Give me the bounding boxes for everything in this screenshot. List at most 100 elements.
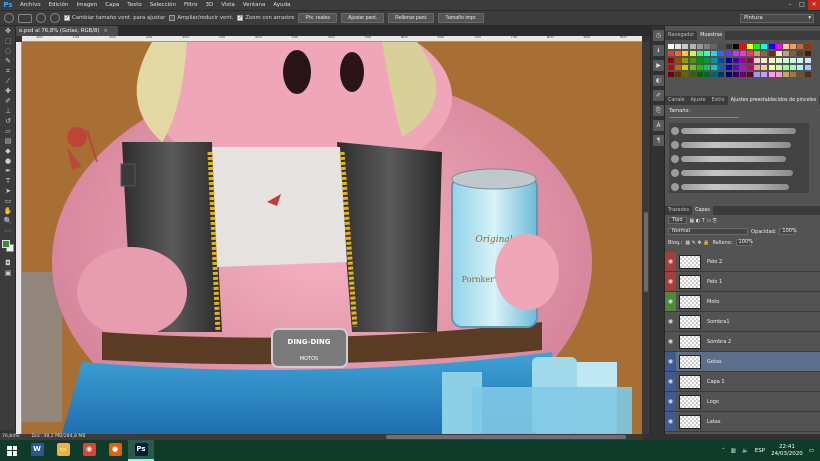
shape-tool-icon[interactable]: ▭ xyxy=(1,196,15,206)
color-swatch[interactable] xyxy=(783,72,789,77)
color-swatch[interactable] xyxy=(754,72,761,77)
zoom-out-icon[interactable] xyxy=(50,13,60,23)
color-swatch[interactable] xyxy=(761,72,768,77)
layers-tab-1[interactable]: Capas xyxy=(692,206,713,215)
color-swatch[interactable] xyxy=(675,58,682,63)
brush-preset-dot[interactable] xyxy=(671,155,679,163)
start-button[interactable] xyxy=(0,440,24,461)
layer-row[interactable]: ◉ Logo xyxy=(665,392,820,412)
actual-pixels-button[interactable]: Píx. reales xyxy=(298,13,337,23)
fit-screen-button[interactable]: Ajustar pant. xyxy=(340,13,385,23)
color-swatch[interactable] xyxy=(696,51,703,56)
color-swatch[interactable] xyxy=(768,65,775,70)
color-swatch[interactable] xyxy=(711,51,718,56)
color-swatch[interactable] xyxy=(747,44,754,49)
hand-tool-icon[interactable]: ✋ xyxy=(1,206,15,216)
layer-visibility-toggle[interactable]: ◉ xyxy=(665,412,676,431)
menu-item-imagen[interactable]: Imagen xyxy=(72,0,101,10)
type-tool-icon[interactable]: T xyxy=(1,176,15,186)
brush-preset-stroke[interactable] xyxy=(681,170,793,176)
brush-panel-icon[interactable]: ✐ xyxy=(653,90,664,101)
lock-icons[interactable]: ▦ ✎ ✥ 🔒 xyxy=(685,240,709,246)
brush-tool-icon[interactable]: ✐ xyxy=(1,96,15,106)
color-swatch[interactable] xyxy=(754,58,761,63)
layer-visibility-toggle[interactable]: ◉ xyxy=(665,372,676,391)
color-swatch[interactable] xyxy=(711,44,718,49)
color-swatch[interactable] xyxy=(754,51,761,56)
color-swatch[interactable] xyxy=(747,72,754,77)
layer-row[interactable]: ◉ Moto xyxy=(665,292,820,312)
color-swatch[interactable] xyxy=(682,44,689,49)
color-swatch[interactable] xyxy=(783,44,789,49)
menu-item-edición[interactable]: Edición xyxy=(45,0,73,10)
layer-visibility-toggle[interactable]: ◉ xyxy=(665,392,676,411)
color-swatch[interactable] xyxy=(775,51,782,56)
color-swatch[interactable] xyxy=(797,58,804,63)
floating-tool-panel[interactable] xyxy=(120,163,136,187)
fill-input[interactable]: 100% xyxy=(735,239,753,246)
color-swatch[interactable] xyxy=(682,58,689,63)
color-swatch[interactable] xyxy=(747,65,754,70)
color-swatch[interactable] xyxy=(682,72,689,77)
color-panel-icon[interactable]: ◐ xyxy=(653,75,664,86)
brush-preset-dot[interactable] xyxy=(671,141,679,149)
foreground-color-swatch[interactable] xyxy=(2,240,10,248)
color-swatch[interactable] xyxy=(725,58,732,63)
zoom-in-icon[interactable] xyxy=(36,13,46,23)
layer-row[interactable]: ◉ Capa 1 xyxy=(665,372,820,392)
color-swatch[interactable] xyxy=(675,51,682,56)
color-swatch[interactable] xyxy=(804,72,811,77)
color-swatch[interactable] xyxy=(732,44,739,49)
color-swatch[interactable] xyxy=(696,65,703,70)
color-swatch[interactable] xyxy=(725,51,732,56)
layer-filter-select[interactable]: Tipo xyxy=(668,217,687,224)
brush-preset-dot[interactable] xyxy=(671,169,679,177)
notifications-icon[interactable]: ▭ xyxy=(809,448,814,454)
color-swatch[interactable] xyxy=(696,72,703,77)
color-swatch[interactable] xyxy=(732,58,739,63)
menu-item-vista[interactable]: Vista xyxy=(217,0,239,10)
color-swatch[interactable] xyxy=(689,51,696,56)
color-swatches[interactable] xyxy=(1,239,15,255)
properties-panel-icon[interactable]: ℹ xyxy=(653,45,664,56)
color-swatch[interactable] xyxy=(790,65,797,70)
color-swatch[interactable] xyxy=(689,44,696,49)
layer-row[interactable]: ◉ Gotas xyxy=(665,352,820,372)
print-size-button[interactable]: Tamaño impr. xyxy=(438,13,484,23)
color-swatch[interactable] xyxy=(739,65,746,70)
color-swatch[interactable] xyxy=(739,51,746,56)
filter-icons[interactable]: ▦ ◐ T ▭ ⎘ xyxy=(690,218,717,224)
color-swatch[interactable] xyxy=(804,65,811,70)
color-swatch[interactable] xyxy=(682,65,689,70)
color-swatch[interactable] xyxy=(761,51,768,56)
color-swatch[interactable] xyxy=(754,44,761,49)
minimize-button[interactable]: – xyxy=(784,0,796,10)
taskbar-app-firefox[interactable]: ● xyxy=(102,440,128,461)
color-swatch[interactable] xyxy=(761,44,768,49)
color-swatch[interactable] xyxy=(739,72,746,77)
color-swatch[interactable] xyxy=(797,51,804,56)
color-swatch[interactable] xyxy=(668,72,674,77)
zoom-all-checkbox[interactable] xyxy=(169,15,176,21)
brush-tab-1[interactable]: Ajuste xyxy=(688,96,709,105)
horizontal-scrollbar-thumb[interactable] xyxy=(386,435,626,439)
color-swatch[interactable] xyxy=(739,58,746,63)
color-swatch[interactable] xyxy=(718,58,725,63)
color-swatch[interactable] xyxy=(783,65,789,70)
document-tab[interactable]: o.psd al 76,8% (Gotas, RGB/8) × xyxy=(16,26,118,36)
character-panel-icon[interactable]: A xyxy=(653,120,664,131)
color-swatch[interactable] xyxy=(668,44,674,49)
color-swatch[interactable] xyxy=(732,65,739,70)
network-icon[interactable]: ▥ xyxy=(731,448,736,454)
layer-row[interactable]: ◉ Sombra1 xyxy=(665,312,820,332)
taskbar-app-explorer[interactable]: ▭ xyxy=(50,440,76,461)
eraser-tool-icon[interactable]: ▱ xyxy=(1,126,15,136)
taskbar-app-word[interactable]: W xyxy=(24,440,50,461)
menu-item-selección[interactable]: Selección xyxy=(146,0,180,10)
document-canvas[interactable]: DING-DING MOTOS Original Pornker's BEER xyxy=(22,42,642,434)
color-swatch[interactable] xyxy=(775,65,782,70)
color-swatch[interactable] xyxy=(790,72,797,77)
gradient-tool-icon[interactable]: ▤ xyxy=(1,136,15,146)
layer-visibility-toggle[interactable]: ◉ xyxy=(665,292,676,311)
color-swatch[interactable] xyxy=(790,58,797,63)
